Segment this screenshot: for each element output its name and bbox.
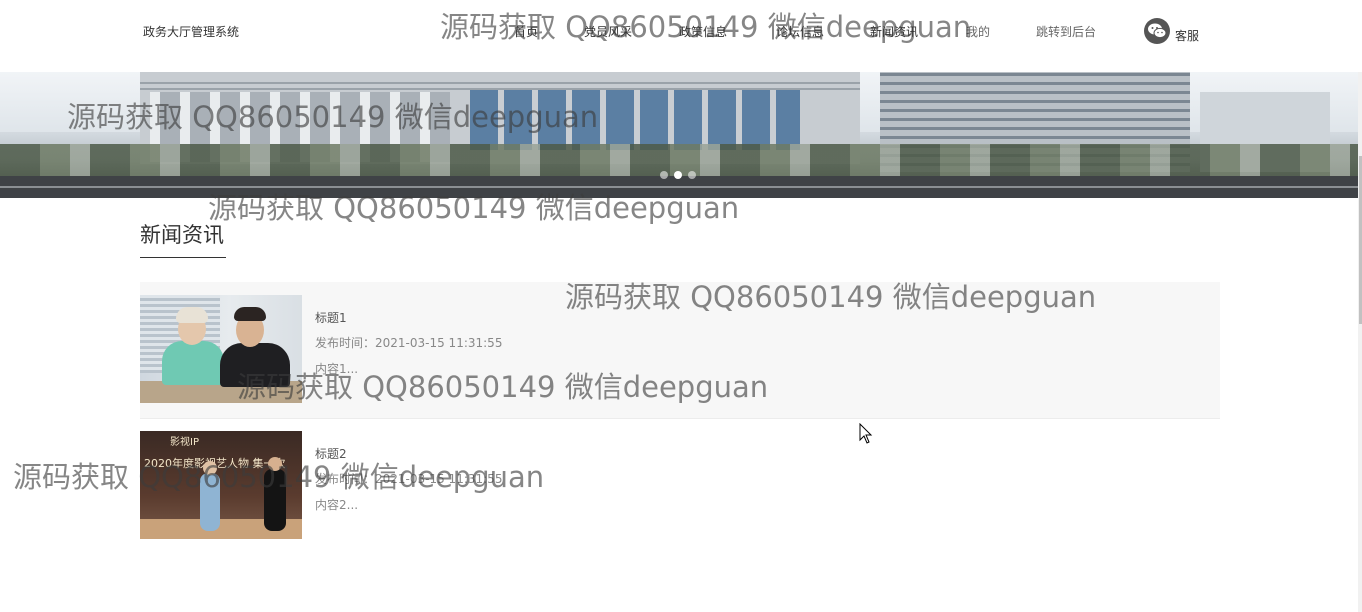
top-header: 政务大厅管理系统 首页 党员风采 政策信息 论坛信息 新闻资讯 我的 跳转到后台… [0, 0, 1362, 72]
banner-windows [470, 90, 800, 150]
banner-carousel[interactable] [0, 72, 1358, 198]
carousel-dot-2[interactable] [674, 171, 682, 179]
section-underline [140, 257, 226, 258]
news-time: 发布时间：2021-03-15 11:31:55 [315, 336, 503, 350]
nav-mine[interactable]: 我的 [966, 23, 990, 40]
news-title[interactable]: 标题1 [315, 309, 347, 326]
nav-go-backend[interactable]: 跳转到后台 [1036, 23, 1096, 40]
section-title: 新闻资讯 [140, 223, 224, 247]
news-content: 内容2... [315, 498, 359, 512]
carousel-dot-1[interactable] [660, 171, 668, 179]
carousel-indicators [660, 171, 696, 179]
nav-home[interactable]: 首页 [514, 23, 538, 40]
news-time: 发布时间：2021-03-15 11:31:55 [315, 472, 503, 486]
nav-party-members[interactable]: 党员风采 [584, 23, 632, 40]
customer-service-label: 客服 [1175, 28, 1200, 43]
wechat-icon [1144, 18, 1170, 44]
carousel-dot-3[interactable] [688, 171, 696, 179]
news-content: 内容1... [315, 362, 359, 376]
nav-forum-info[interactable]: 论坛信息 [776, 23, 824, 40]
page-scrollbar-track[interactable] [1358, 72, 1362, 612]
news-title[interactable]: 标题2 [315, 445, 347, 462]
nav-news[interactable]: 新闻资讯 [870, 23, 918, 40]
banner-road-line [0, 186, 1358, 188]
mouse-cursor-icon [859, 423, 873, 444]
thumbnail-logo-text: 影视IP [170, 437, 199, 448]
site-title[interactable]: 政务大厅管理系统 [143, 23, 239, 40]
customer-service-button[interactable]: 客服 [1144, 17, 1199, 45]
news-thumbnail[interactable] [140, 295, 302, 403]
nav-policy-info[interactable]: 政策信息 [679, 23, 727, 40]
news-thumbnail[interactable]: 影视IP 2020年度影视艺人物 集一次 [140, 431, 302, 539]
news-item[interactable]: 标题1 发布时间：2021-03-15 11:31:55 内容1... [140, 282, 1220, 419]
news-item[interactable]: 影视IP 2020年度影视艺人物 集一次 标题2 发布时间：2021-03-15… [140, 418, 1220, 554]
